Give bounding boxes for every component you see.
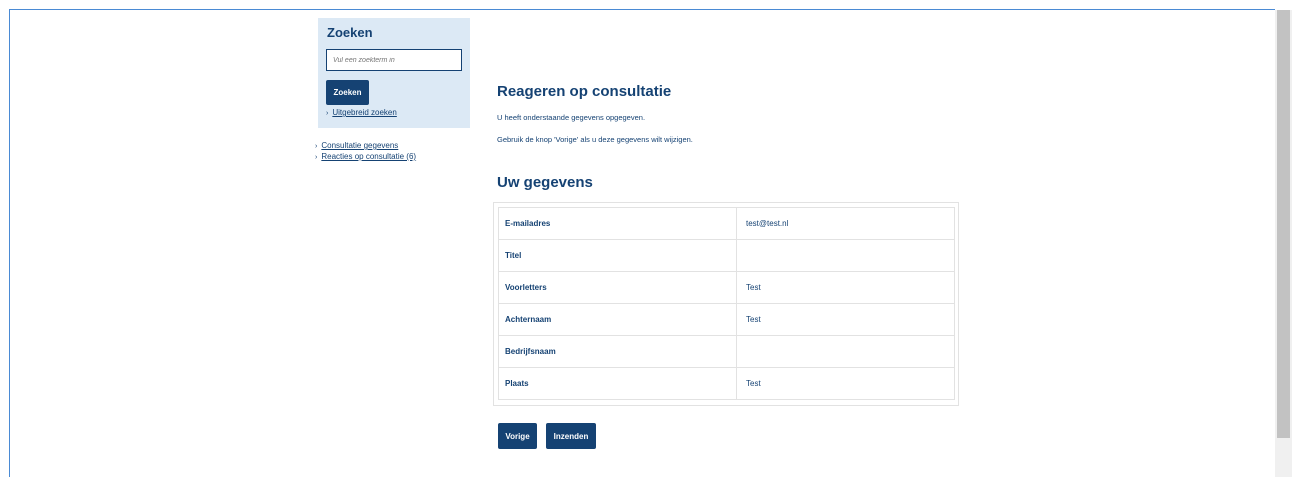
search-input[interactable] — [326, 49, 462, 71]
field-value — [736, 335, 955, 368]
table-row: Achternaam Test — [498, 303, 955, 336]
chevron-right-icon: › — [315, 154, 318, 161]
table-row: E-mailadres test@test.nl — [498, 207, 955, 240]
search-panel: Zoeken Zoeken ›Uitgebreid zoeken — [318, 18, 470, 128]
intro-text: U heeft onderstaande gegevens opgegeven. — [497, 113, 646, 122]
sidenav-item-label[interactable]: Consultatie gegevens — [321, 141, 398, 150]
table-row: Bedrijfsnaam — [498, 335, 955, 368]
sidenav-item-consultatie-gegevens[interactable]: › Consultatie gegevens — [315, 140, 416, 151]
instruction-text: Gebruik de knop 'Vorige' als u deze gege… — [497, 135, 693, 144]
search-title: Zoeken — [327, 25, 373, 40]
field-label: Titel — [498, 239, 737, 272]
field-value: Test — [736, 303, 955, 336]
field-value: Test — [736, 271, 955, 304]
advanced-search-link[interactable]: › Uitgebreid zoeken — [326, 108, 397, 117]
field-label: E-mailadres — [498, 207, 737, 240]
chevron-right-icon: › — [315, 143, 318, 150]
details-table: E-mailadres test@test.nl Titel Voorlette… — [493, 202, 959, 406]
previous-button[interactable]: Vorige — [498, 423, 537, 449]
search-button[interactable]: Zoeken — [326, 80, 369, 105]
field-value: test@test.nl — [736, 207, 955, 240]
page-title: Reageren op consultatie — [497, 83, 672, 100]
field-value — [736, 239, 955, 272]
window-frame-left — [9, 9, 10, 477]
table-row: Titel — [498, 239, 955, 272]
table-row: Plaats Test — [498, 367, 955, 400]
table-row: Voorletters Test — [498, 271, 955, 304]
advanced-search-label[interactable]: Uitgebreid zoeken — [332, 108, 396, 117]
field-label: Achternaam — [498, 303, 737, 336]
field-label: Voorletters — [498, 271, 737, 304]
scrollbar-thumb[interactable] — [1277, 10, 1290, 438]
field-label: Plaats — [498, 367, 737, 400]
chevron-right-icon: › — [326, 110, 329, 117]
section-title: Uw gegevens — [497, 174, 593, 191]
sidenav-item-reacties[interactable]: › Reacties op consultatie (6) — [315, 151, 416, 162]
window-frame-top — [9, 9, 1275, 10]
side-navigation: › Consultatie gegevens › Reacties op consu… — [315, 140, 416, 162]
field-value: Test — [736, 367, 955, 400]
field-label: Bedrijfsnaam — [498, 335, 737, 368]
submit-button[interactable]: Inzenden — [546, 423, 596, 449]
sidenav-item-label[interactable]: Reacties op consultatie (6) — [321, 152, 416, 161]
